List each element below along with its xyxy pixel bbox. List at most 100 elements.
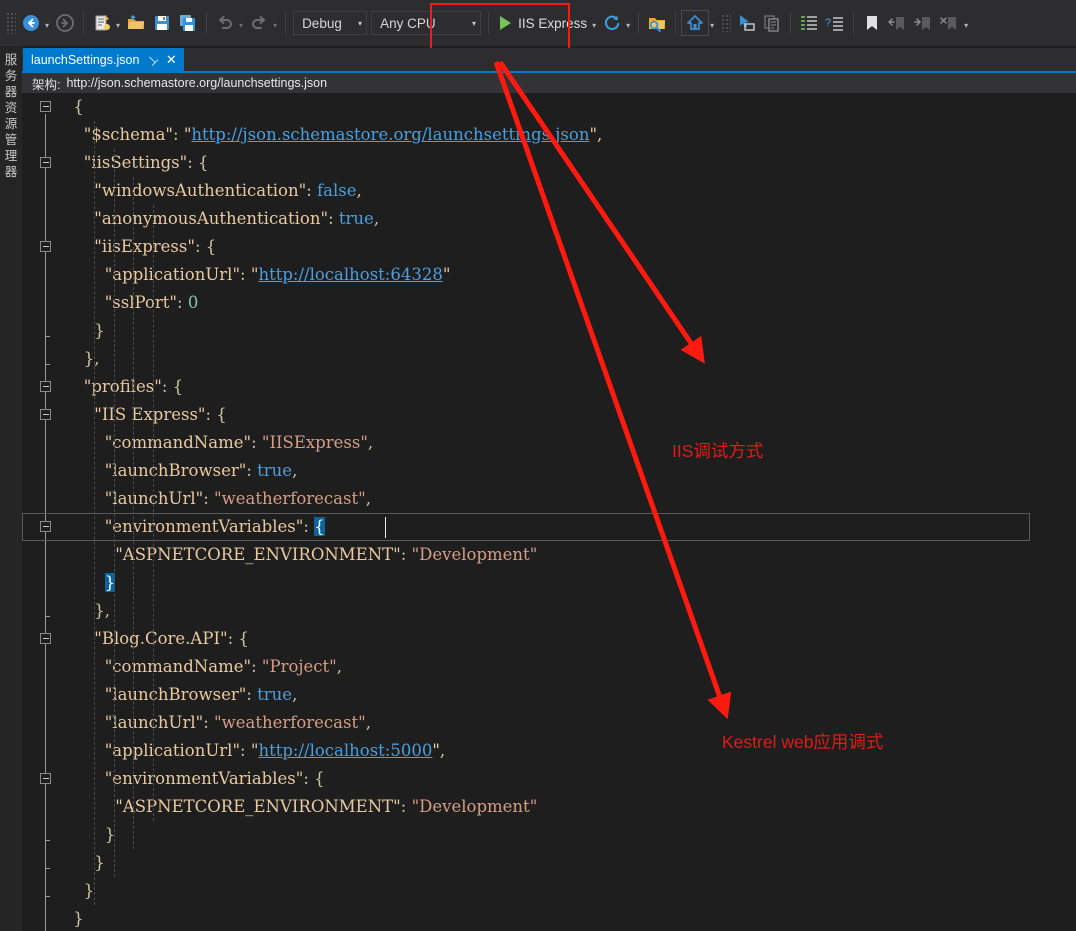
close-icon[interactable]: ✕	[166, 52, 177, 68]
document-tab-row: launchSettings.json ⊣ ✕	[22, 48, 1076, 72]
toolbar-grip[interactable]	[6, 12, 16, 34]
code-line[interactable]: "launchUrl": "weatherforecast",	[68, 485, 1076, 513]
select-element-icon[interactable]	[733, 10, 759, 36]
code-line[interactable]: "IIS Express": {	[68, 401, 1076, 429]
code-line[interactable]: "profiles": {	[68, 373, 1076, 401]
tab-label: launchSettings.json	[31, 53, 140, 67]
toolbar-grip[interactable]	[721, 14, 732, 32]
code-line[interactable]: "$schema": "http://json.schemastore.org/…	[68, 121, 1076, 149]
copy-icon[interactable]	[759, 10, 785, 36]
code-line[interactable]: },	[68, 597, 1076, 625]
format-document-icon[interactable]	[796, 10, 822, 36]
find-in-files-icon[interactable]	[644, 10, 670, 36]
code-line[interactable]: },	[68, 345, 1076, 373]
code-line[interactable]: "commandName": "IISExpress",	[68, 429, 1076, 457]
code-token-punc: : {	[227, 629, 249, 648]
code-line[interactable]: "applicationUrl": "http://localhost:6432…	[68, 261, 1076, 289]
code-line[interactable]: }	[68, 317, 1076, 345]
home-icon[interactable]	[681, 10, 710, 36]
editor-gutter[interactable]	[22, 93, 68, 931]
fold-toggle-icon[interactable]	[40, 157, 51, 168]
home-dropdown-icon[interactable]: ▾	[709, 11, 717, 35]
redo-dropdown-icon[interactable]: ▾	[272, 11, 280, 35]
code-line[interactable]: "launchUrl": "weatherforecast",	[68, 709, 1076, 737]
comment-selection-icon[interactable]: ?	[822, 10, 848, 36]
pin-icon[interactable]: ⊣	[144, 51, 161, 68]
code-line[interactable]: }	[68, 569, 1076, 597]
solution-configuration-combo[interactable]: Debug ▾	[293, 11, 368, 35]
open-file-icon[interactable]	[123, 10, 149, 36]
code-line[interactable]: "ASPNETCORE_ENVIRONMENT": "Development"	[68, 793, 1076, 821]
fold-toggle-icon[interactable]	[40, 381, 51, 392]
code-folding-column[interactable]	[40, 93, 68, 931]
toolbar-overflow-icon[interactable]: ▾	[963, 11, 971, 35]
code-token-link[interactable]: http://json.schemastore.org/launchsettin…	[191, 125, 589, 144]
start-debug-button[interactable]: IIS Express	[494, 10, 591, 36]
fold-toggle-icon[interactable]	[40, 633, 51, 644]
fold-toggle-icon[interactable]	[40, 773, 51, 784]
save-icon[interactable]	[149, 10, 175, 36]
code-token-bool: true	[257, 685, 293, 704]
code-token-bool: false	[317, 181, 357, 200]
code-token-punc: :	[251, 657, 262, 676]
new-item-dropdown-icon[interactable]: ▾	[115, 11, 123, 35]
start-debug-dropdown-icon[interactable]: ▾	[591, 11, 599, 35]
refresh-icon[interactable]	[599, 10, 625, 36]
undo-icon[interactable]	[212, 10, 238, 36]
schema-label: 架构:	[32, 77, 61, 92]
clear-bookmarks-icon[interactable]	[937, 10, 963, 36]
server-explorer-char: 资	[4, 101, 18, 115]
redo-icon[interactable]	[246, 10, 272, 36]
previous-bookmark-icon[interactable]	[885, 10, 911, 36]
code-line[interactable]: "iisExpress": {	[68, 233, 1076, 261]
schema-value[interactable]: http://json.schemastore.org/launchsettin…	[66, 76, 327, 90]
code-token-link[interactable]: http://localhost:5000	[258, 741, 432, 760]
code-line[interactable]: "launchBrowser": true,	[68, 457, 1076, 485]
fold-region-end	[45, 336, 50, 337]
code-line[interactable]: "ASPNETCORE_ENVIRONMENT": "Development"	[68, 541, 1076, 569]
code-token-punc: ,	[336, 657, 342, 676]
server-explorer-char: 务	[4, 69, 18, 83]
code-token-key: "windowsAuthentication"	[94, 181, 307, 200]
save-all-icon[interactable]	[175, 10, 201, 36]
undo-dropdown-icon[interactable]: ▾	[238, 11, 246, 35]
navigate-back-dropdown-icon[interactable]: ▾	[44, 11, 52, 35]
code-token-str: "Project"	[261, 657, 337, 676]
refresh-dropdown-icon[interactable]: ▾	[625, 11, 633, 35]
code-line[interactable]: "applicationUrl": "http://localhost:5000…	[68, 737, 1076, 765]
code-line[interactable]: "commandName": "Project",	[68, 653, 1076, 681]
code-line[interactable]: "anonymousAuthentication": true,	[68, 205, 1076, 233]
code-line[interactable]: }	[68, 821, 1076, 849]
code-line[interactable]: }	[68, 849, 1076, 877]
fold-toggle-icon[interactable]	[40, 409, 51, 420]
code-token-bool: true	[257, 461, 293, 480]
toggle-bookmark-icon[interactable]	[859, 10, 885, 36]
code-line[interactable]: }	[68, 877, 1076, 905]
tab-launchsettings-json[interactable]: launchSettings.json ⊣ ✕	[23, 48, 184, 72]
next-bookmark-icon[interactable]	[911, 10, 937, 36]
code-line[interactable]: "iisSettings": {	[68, 149, 1076, 177]
code-line[interactable]: "environmentVariables": {	[22, 513, 1076, 541]
new-item-icon[interactable]	[89, 10, 115, 36]
code-line[interactable]: "environmentVariables": {	[68, 765, 1076, 793]
code-line[interactable]: "sslPort": 0	[68, 289, 1076, 317]
code-line[interactable]: }	[68, 905, 1076, 931]
fold-toggle-icon[interactable]	[40, 241, 51, 252]
code-content[interactable]: { "$schema": "http://json.schemastore.or…	[22, 93, 1076, 931]
code-line[interactable]: {	[68, 93, 1076, 121]
navigate-forward-icon[interactable]	[52, 10, 78, 36]
code-editor[interactable]: { "$schema": "http://json.schemastore.or…	[22, 93, 1076, 931]
solution-platform-combo[interactable]: Any CPU ▾	[371, 11, 482, 35]
server-explorer-dock[interactable]: 服务器资源管理器	[0, 46, 22, 931]
code-line[interactable]: "windowsAuthentication": false,	[68, 177, 1076, 205]
code-token-key: "commandName"	[104, 433, 252, 452]
navigate-back-icon[interactable]	[18, 10, 44, 36]
svg-text:?: ?	[825, 17, 831, 29]
fold-toggle-icon[interactable]	[40, 101, 51, 112]
code-token-link[interactable]: http://localhost:64328	[258, 265, 442, 284]
code-line[interactable]: "Blog.Core.API": {	[68, 625, 1076, 653]
code-line[interactable]: "launchBrowser": true,	[68, 681, 1076, 709]
toolbar-separator	[285, 12, 287, 34]
